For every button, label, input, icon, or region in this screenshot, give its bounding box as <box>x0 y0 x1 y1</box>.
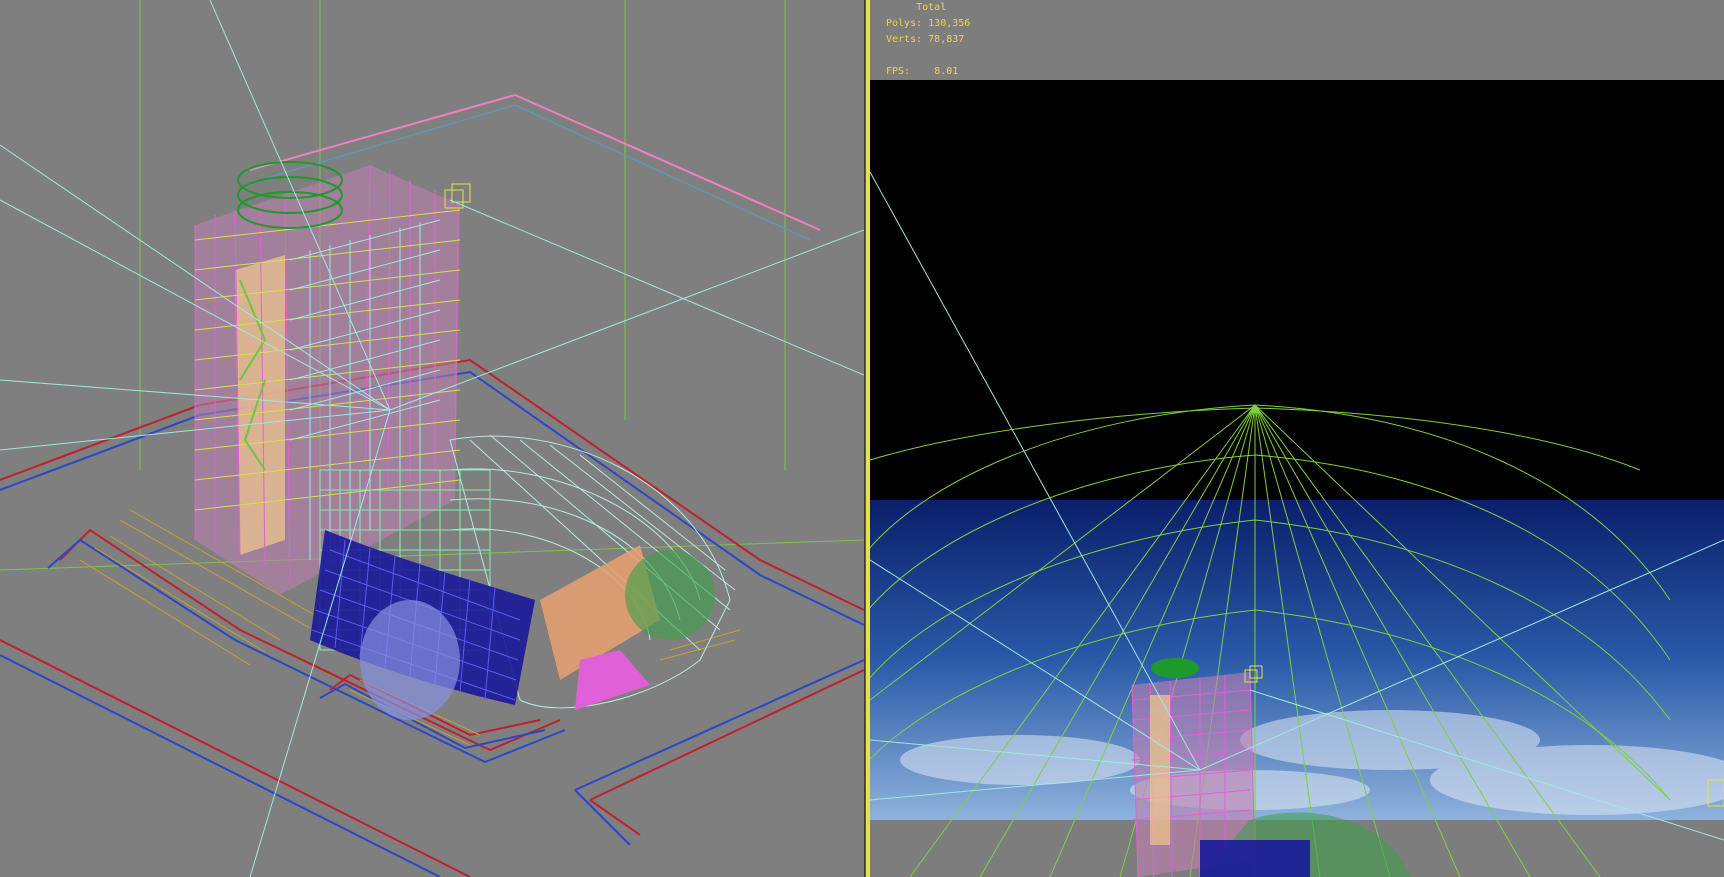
background-black <box>870 80 1724 500</box>
entrance-canopy <box>540 545 715 710</box>
viewport-camera[interactable]: Total Polys: 130,356 Verts: 78,837 FPS: … <box>870 0 1724 877</box>
stats-header: Total <box>916 2 947 13</box>
stats-polys: Polys: 130,356 <box>886 18 971 29</box>
scene-wireframe-left <box>0 0 864 877</box>
viewport-perspective[interactable] <box>0 0 864 877</box>
curved-facade <box>310 530 535 720</box>
scene-render-right <box>870 80 1724 877</box>
stats-fps: FPS: 8.01 <box>886 66 959 77</box>
statistics-overlay: Total Polys: 130,356 Verts: 78,837 FPS: … <box>886 0 970 80</box>
stats-verts: Verts: 78,837 <box>886 34 965 45</box>
